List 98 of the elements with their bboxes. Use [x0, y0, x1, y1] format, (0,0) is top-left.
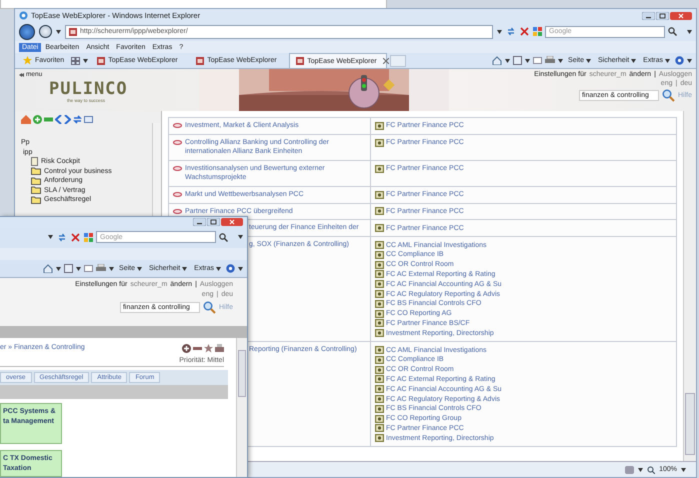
zoom-icon[interactable]	[647, 466, 656, 474]
minimize-icon[interactable]	[642, 12, 655, 20]
stop-icon[interactable]	[71, 232, 80, 242]
caret-icon[interactable]	[631, 58, 636, 62]
org-unit-icon[interactable]	[375, 375, 384, 384]
home-icon[interactable]	[492, 56, 502, 65]
close-icon[interactable]	[670, 12, 692, 20]
org-unit-icon[interactable]	[375, 207, 384, 216]
org-unit-icon[interactable]	[375, 356, 384, 364]
eye-icon[interactable]	[173, 192, 182, 197]
refresh-icon[interactable]	[57, 232, 67, 242]
org-unit-icon[interactable]	[375, 250, 384, 259]
org-unit-icon[interactable]	[375, 346, 384, 354]
org-unit-icon[interactable]	[375, 260, 384, 269]
org-unit-icon[interactable]	[375, 404, 384, 413]
org-unit-icon[interactable]	[375, 385, 384, 394]
page-icon	[97, 56, 106, 64]
org-unit-icon[interactable]	[375, 395, 384, 404]
plus-icon[interactable]	[182, 344, 191, 353]
org-unit-icon[interactable]	[375, 224, 384, 232]
page-icon	[296, 57, 304, 65]
mail-icon[interactable]	[84, 115, 93, 123]
document-icon[interactable]	[31, 157, 38, 166]
caret-icon[interactable]	[76, 266, 82, 270]
eye-icon[interactable]	[173, 123, 182, 128]
stop-icon[interactable]	[520, 27, 529, 36]
org-unit-icon[interactable]	[375, 190, 384, 199]
caret-icon[interactable]	[681, 468, 686, 472]
minus-icon[interactable]	[193, 344, 202, 353]
search-icon[interactable]	[668, 27, 677, 36]
org-unit-icon[interactable]	[375, 329, 384, 338]
feed-icon[interactable]	[64, 264, 74, 273]
star-icon	[23, 56, 32, 65]
minimize-icon[interactable]	[193, 218, 206, 226]
caret-icon[interactable]	[109, 266, 114, 270]
caret-icon[interactable]	[505, 58, 510, 62]
org-unit-icon[interactable]	[375, 434, 384, 442]
org-unit-icon[interactable]	[375, 138, 384, 147]
org-unit-icon[interactable]	[375, 366, 384, 374]
grid-icon[interactable]	[71, 56, 80, 64]
org-unit-icon[interactable]	[375, 424, 384, 432]
caret-icon[interactable]	[182, 266, 188, 270]
caret-icon[interactable]	[56, 266, 62, 270]
maximize-icon[interactable]	[656, 12, 669, 20]
caret-icon[interactable]	[83, 58, 88, 62]
caret-icon[interactable]	[56, 30, 61, 34]
org-unit-icon[interactable]	[375, 310, 384, 318]
home-icon[interactable]	[43, 264, 54, 273]
google-icon	[84, 232, 93, 242]
help-icon[interactable]	[675, 56, 684, 65]
close-icon[interactable]	[382, 58, 389, 64]
org-unit-icon[interactable]	[375, 280, 384, 288]
scrollbar[interactable]	[236, 338, 247, 477]
caret-icon[interactable]	[216, 266, 221, 270]
maximize-icon[interactable]	[207, 218, 220, 226]
caret-icon[interactable]	[687, 30, 692, 34]
page-icon	[196, 56, 204, 64]
sync-icon[interactable]	[73, 115, 82, 124]
org-unit-icon[interactable]	[375, 414, 384, 423]
home-icon[interactable]	[21, 115, 31, 124]
refresh-icon[interactable]	[506, 27, 516, 36]
org-unit-icon[interactable]	[375, 300, 384, 308]
caret-icon[interactable]	[525, 58, 530, 62]
logo: PULINCO	[49, 81, 129, 98]
org-unit-icon[interactable]	[375, 270, 384, 278]
org-unit-icon[interactable]	[375, 290, 384, 298]
scrollbar[interactable]	[683, 111, 696, 461]
caret-icon[interactable]	[238, 266, 243, 270]
eye-icon[interactable]	[173, 166, 182, 171]
caret-icon[interactable]	[558, 58, 564, 62]
help-icon[interactable]	[226, 264, 235, 273]
caret-icon[interactable]	[665, 58, 670, 62]
caret-icon[interactable]	[687, 58, 692, 62]
page-icon	[69, 28, 77, 36]
star-icon[interactable]	[204, 344, 213, 353]
google-icon	[533, 27, 542, 36]
caret-icon[interactable]	[137, 266, 142, 270]
close-icon[interactable]	[221, 218, 243, 226]
eye-icon[interactable]	[173, 140, 182, 145]
org-unit-icon[interactable]	[375, 241, 384, 250]
caret-icon[interactable]	[497, 30, 502, 34]
forward-button[interactable]	[39, 25, 52, 38]
minus-icon[interactable]	[44, 115, 53, 124]
caret-icon[interactable]	[238, 235, 243, 239]
caret-icon[interactable]	[586, 58, 592, 62]
back-button[interactable]	[19, 24, 35, 40]
feed-icon[interactable]	[513, 56, 522, 65]
printer-icon[interactable]	[545, 56, 556, 65]
menu-icon[interactable]	[19, 72, 24, 76]
org-unit-icon[interactable]	[375, 164, 384, 173]
browser-icon	[19, 11, 28, 20]
caret-icon[interactable]	[48, 235, 53, 239]
search-icon[interactable]	[219, 232, 228, 242]
org-unit-icon[interactable]	[375, 122, 384, 130]
org-unit-icon[interactable]	[375, 319, 384, 328]
eye-icon[interactable]	[173, 208, 182, 214]
printer-icon[interactable]	[215, 344, 224, 353]
caret-icon[interactable]	[638, 468, 644, 472]
